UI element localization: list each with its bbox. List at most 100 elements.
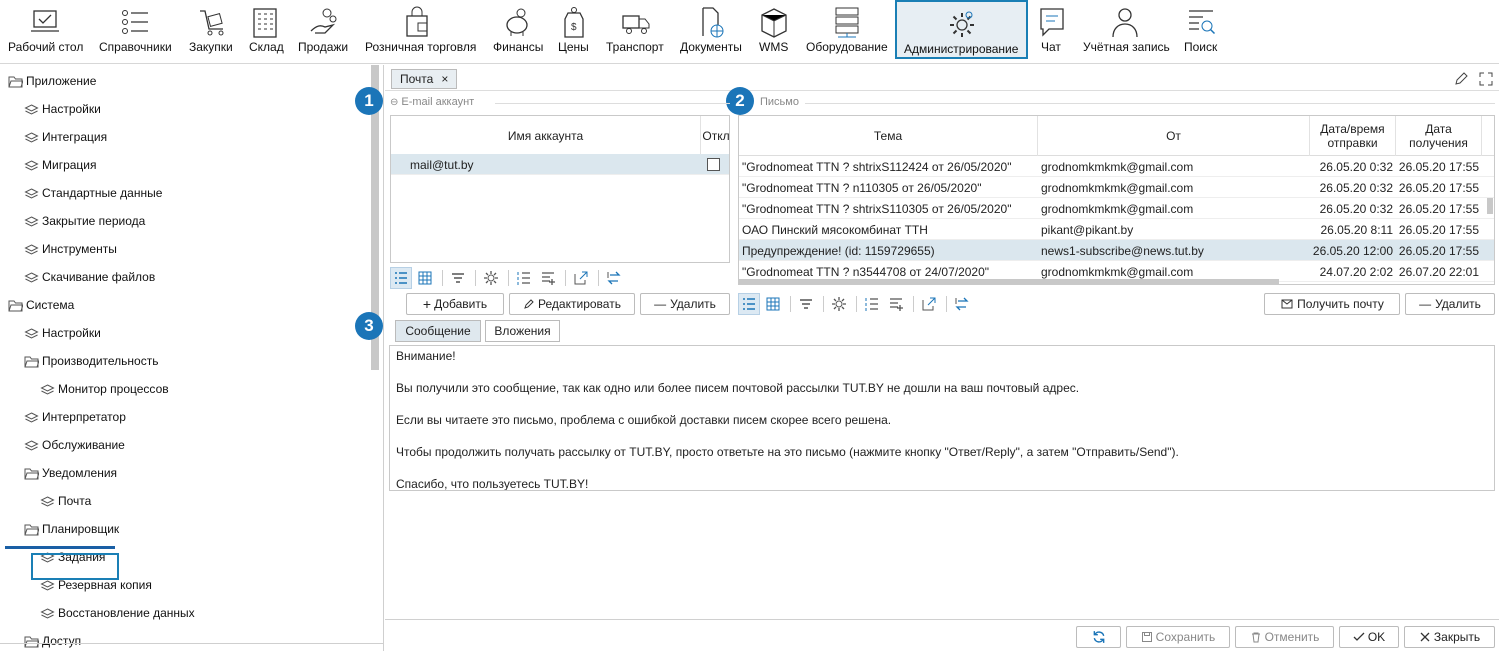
delete-account-button[interactable]: — Удалить <box>640 293 730 315</box>
tree-item[interactable]: Настройки <box>24 99 101 119</box>
tab-message[interactable]: Сообщение <box>395 320 481 342</box>
toolbar-label: WMS <box>759 40 789 54</box>
list-icon <box>122 10 148 34</box>
sent-cell: 26.05.20 0:32 <box>1319 159 1393 174</box>
tree-item[interactable]: Инструменты <box>24 239 117 259</box>
column-header[interactable]: От <box>1038 116 1310 156</box>
toolbar-sales[interactable]: Продажи <box>294 0 354 62</box>
ordered-list-button[interactable] <box>513 267 535 289</box>
table-row[interactable]: "Grodnomeat TTN ? shtrixS110305 от 26/05… <box>739 198 1494 219</box>
column-header[interactable]: Тема <box>739 116 1038 156</box>
toolbar-chat[interactable]: Чат <box>1036 0 1068 62</box>
toolbar-label: Склад <box>249 40 284 54</box>
tab-mail[interactable]: Почта × <box>391 69 458 89</box>
refresh-button[interactable] <box>1076 626 1121 648</box>
toolbar-equipment[interactable]: Оборудование <box>802 0 892 62</box>
column-header[interactable]: Имя аккаунта <box>391 116 701 156</box>
tree-item[interactable]: Стандартные данные <box>24 183 162 203</box>
layers-icon <box>24 243 39 255</box>
add-button[interactable]: + Добавить <box>406 293 504 315</box>
table-row[interactable]: ОАО Пинский мясокомбинат ТТН pikant@pikan… <box>739 219 1494 240</box>
toolbar-account[interactable]: Учётная запись <box>1078 0 1173 62</box>
toolbar-administration[interactable]: Администрирование <box>895 0 1028 59</box>
minus-icon: — <box>1419 297 1432 311</box>
tree-item[interactable]: Интеграция <box>24 127 107 147</box>
toolbar-search[interactable]: Поиск <box>1180 0 1222 62</box>
receive-mail-button[interactable]: Получить почту <box>1264 293 1400 315</box>
toolbar-documents[interactable]: Документы <box>676 0 746 62</box>
tree-item[interactable]: Планировщик <box>24 519 119 539</box>
toolbar-prices[interactable]: $ Цены <box>554 0 594 62</box>
ok-button[interactable]: OK <box>1339 626 1399 648</box>
tree-item[interactable]: Миграция <box>24 155 97 175</box>
tab-attachments[interactable]: Вложения <box>485 320 560 342</box>
account-group-title[interactable]: ⊖ E-mail аккаунт <box>390 96 474 108</box>
tree-item[interactable]: Почта <box>40 491 91 511</box>
tree-item[interactable]: Доступ <box>24 631 81 651</box>
envelope-icon <box>1281 299 1293 309</box>
save-button[interactable]: Сохранить <box>1126 626 1230 648</box>
separator <box>475 270 476 286</box>
export-button[interactable] <box>570 267 592 289</box>
tree-item[interactable]: Производительность <box>24 351 158 371</box>
list-view-button[interactable] <box>390 267 412 289</box>
toolbar-retail[interactable]: Розничная торговля <box>362 0 480 62</box>
toolbar-finance[interactable]: Финансы <box>487 0 547 62</box>
tree-item[interactable]: Монитор процессов <box>40 379 169 399</box>
tree-item[interactable]: Скачивание файлов <box>24 267 155 287</box>
ordered-list-button[interactable] <box>861 293 883 315</box>
separator <box>565 270 566 286</box>
toolbar-wms[interactable]: WMS <box>754 0 794 62</box>
table-row[interactable]: "Grodnomeat TTN ? n110305 от 26/05/2020"… <box>739 177 1494 198</box>
table-row[interactable]: Предупреждение! (id: 1159729655) news1-su… <box>739 240 1494 261</box>
column-header[interactable]: Откл <box>701 116 729 156</box>
disabled-checkbox[interactable] <box>704 154 728 175</box>
group-button[interactable] <box>537 267 559 289</box>
tree-item[interactable]: Настройки <box>24 323 101 343</box>
grid-view-button[interactable] <box>762 293 784 315</box>
tree-item[interactable]: Уведомления <box>24 463 117 483</box>
table-row[interactable]: "Grodnomeat TTN ? shtrixS112424 от 26/05… <box>739 156 1494 177</box>
close-icon[interactable]: × <box>441 72 448 86</box>
divider <box>495 103 730 104</box>
delete-letter-button[interactable]: — Удалить <box>1405 293 1495 315</box>
close-button[interactable]: Закрыть <box>1404 626 1495 648</box>
cancel-button[interactable]: Отменить <box>1235 626 1334 648</box>
message-body[interactable]: Внимание! Вы получили это сообщение, так… <box>389 345 1495 491</box>
transfer-button[interactable] <box>603 267 625 289</box>
hand-coins-icon <box>310 8 337 34</box>
settings-button[interactable] <box>828 293 850 315</box>
export-button[interactable] <box>918 293 940 315</box>
from-cell: grodnomkmkmk@gmail.com <box>1041 159 1194 174</box>
edit-icon[interactable] <box>1453 71 1469 87</box>
toolbar-purchases[interactable]: Закупки <box>185 0 237 62</box>
vertical-scrollbar[interactable] <box>1487 198 1493 214</box>
tree-item[interactable]: Интерпретатор <box>24 407 126 427</box>
tree-item[interactable]: Система <box>8 295 74 315</box>
list-view-button[interactable] <box>738 293 760 315</box>
transfer-button[interactable] <box>951 293 973 315</box>
settings-button[interactable] <box>480 267 502 289</box>
sent-cell: 26.05.20 12:00 <box>1312 243 1393 258</box>
tree-item[interactable]: Приложение <box>8 71 96 91</box>
collapse-icon[interactable]: ⊖ <box>390 97 398 108</box>
minus-icon: — <box>654 297 667 311</box>
table-row[interactable]: mail@tut.by <box>391 154 729 175</box>
filter-button[interactable] <box>447 267 469 289</box>
column-header[interactable]: Дата/время отправки <box>1310 116 1396 156</box>
tree-item[interactable]: Закрытие периода <box>24 211 145 231</box>
fullscreen-icon[interactable] <box>1478 71 1494 87</box>
tree-item[interactable]: Восстановление данных <box>40 603 195 623</box>
edit-button[interactable]: Редактировать <box>509 293 635 315</box>
toolbar-references[interactable]: Справочники <box>95 0 177 62</box>
grid-view-button[interactable] <box>414 267 436 289</box>
toolbar-warehouse[interactable]: Склад <box>245 0 285 62</box>
column-header[interactable]: Дата получения <box>1396 116 1482 156</box>
group-button[interactable] <box>885 293 907 315</box>
toolbar-transport[interactable]: Транспорт <box>602 0 670 62</box>
subject-cell: ОАО Пинский мясокомбинат ТТН <box>742 222 928 237</box>
tree-item[interactable]: Обслуживание <box>24 435 125 455</box>
filter-button[interactable] <box>795 293 817 315</box>
toolbar-desktop[interactable]: Рабочий стол <box>0 0 88 62</box>
horizontal-scrollbar[interactable] <box>739 279 1279 284</box>
